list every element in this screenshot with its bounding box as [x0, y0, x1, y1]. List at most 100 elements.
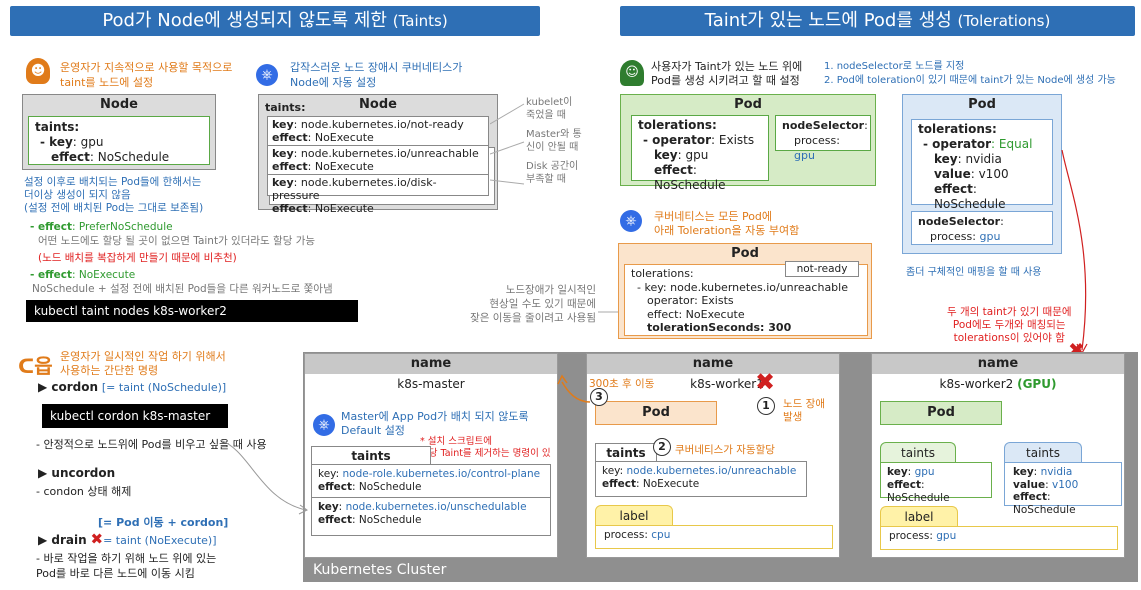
note-line: 사용자가 Taint가 있는 노드 위에: [651, 60, 803, 73]
key-value: nvidia: [1040, 466, 1073, 478]
effect-label: effect: [602, 478, 636, 490]
effect-value: : PreferNoSchedule: [72, 221, 173, 233]
pod-exists-toleration: Pod tolerations: - operator: Exists key:…: [620, 94, 876, 192]
tolerations-label: tolerations:: [638, 118, 717, 132]
prefer-section: - effect: PreferNoSchedule 어떤 노드에도 할당 될 …: [30, 220, 315, 265]
cordon-label: ▶ cordon: [38, 380, 99, 394]
desc-line: - 바로 작업을 하기 위해 노드 위에 있는: [36, 552, 217, 565]
desc-line: 설정 이후로 배치되는 Pod들에 한해서는: [24, 176, 202, 188]
key-label: key: [272, 176, 294, 189]
effect-label: effect: [272, 202, 308, 215]
worker1-label: process: cpu: [595, 525, 833, 549]
effect-label: effect: [318, 481, 352, 493]
key-value: : nvidia: [957, 152, 1002, 166]
drain-top: [= Pod 이동 + cordon]: [98, 516, 229, 529]
key-label: - key: [40, 135, 73, 149]
process-value: gpu: [936, 530, 957, 542]
key-value: node-role.kubernetes.io/control-plane: [342, 468, 541, 480]
note-line: Disk 공간이: [526, 161, 579, 172]
desc-line: NoSchedule + 설정 전에 배치된 Pod들을 다른 워커노드로 쫓아…: [32, 283, 333, 295]
note-line: 현상일 수도 있기 때문에: [489, 298, 596, 310]
pod-box: Pod: [880, 401, 1002, 425]
note-line: 발생: [783, 411, 803, 423]
colon: :: [307, 202, 312, 215]
move-arrow: [557, 374, 591, 403]
taint-command: kubectl taint nodes k8s-worker2 key=gpu:…: [26, 300, 358, 340]
gpu-tag: (GPU): [1017, 377, 1057, 391]
colon: :: [907, 466, 912, 478]
taint-box: taints: - key: gpu effect: NoSchedule: [28, 116, 210, 165]
toleration-box: tolerations: - operator: Equal key: nvid…: [911, 119, 1053, 211]
note-line: 운영자가 일시적인 작업 하기 위해서: [60, 350, 226, 363]
desc-line: 더이상 생성이 되지 않음: [24, 189, 131, 201]
not-ready-badge: not-ready: [785, 261, 859, 277]
colon: :: [921, 479, 925, 491]
key-label: key: [318, 468, 336, 480]
effect-value: NoSchedule: [358, 481, 422, 493]
toleration-line: effect: NoExecute: [647, 307, 745, 321]
auto-assign-note: 쿠버네티스가 자동할당: [675, 444, 775, 456]
pod-auto-toleration: Pod tolerations: - key: node.kubernetes.…: [618, 243, 872, 339]
colon: :: [335, 468, 340, 480]
tolerations-banner: Taint가 있는 노드에 Pod를 생성 (Tolerations): [620, 6, 1135, 36]
operator-value: : Equal: [991, 137, 1033, 151]
failure-note: 노드 장애 발생: [783, 398, 825, 424]
master-note: Master에 App Pod가 배치 되지 않도록 Default 설정: [341, 410, 529, 438]
note-line: 노드 장애: [783, 398, 825, 410]
pod-box: Pod: [595, 401, 717, 425]
note-line: Pod를 생성 시키려고 할 때 설정: [651, 74, 800, 87]
node-operator-taint: Node taints: - key: gpu effect: NoSchedu…: [22, 94, 216, 170]
wait-note: 노드장애가 일시적인 현상일 수도 있기 때문에 잦은 이동을 줄이려고 사용됨: [450, 283, 596, 325]
colon: :: [1045, 478, 1049, 491]
banner-title: Taint가 있는 노드에 Pod를 생성: [704, 10, 952, 31]
key-label: key: [887, 466, 908, 478]
note-line: 아래 Toleration을 자동 부여함: [654, 224, 800, 237]
name-header: name: [872, 354, 1124, 374]
taints-label: taints:: [265, 101, 306, 114]
colon: :: [352, 514, 356, 526]
toleration-box: tolerations: - operator: Exists key: gpu…: [631, 115, 769, 192]
key-value: : gpu: [72, 135, 104, 149]
effect-label: effect: [272, 131, 308, 144]
node2-notes: kubelet이 죽었을 때 Master와 통 신이 안될 때 Disk 공간…: [526, 96, 582, 186]
node-name: k8s-master: [397, 377, 465, 391]
note-line: * 설치 스크립트에: [420, 436, 492, 447]
note-line: 운영자가 지속적으로 사용할 목적으로: [60, 61, 233, 74]
taints-label: taints:: [35, 120, 80, 134]
pod-title: Pod: [734, 97, 762, 112]
note-line: 부족할 때: [526, 174, 566, 185]
name-header: name: [305, 354, 557, 374]
key-value: node.kubernetes.io/not-ready: [300, 118, 464, 131]
operator-label: - operator: [923, 137, 992, 151]
effect-label: - effect: [30, 221, 73, 233]
note-line: 죽었을 때: [526, 110, 566, 121]
taints-tab: taints: [311, 446, 431, 464]
effect-label: - effect: [30, 269, 73, 281]
note-line: 1. nodeSelector로 노드를 지정: [824, 61, 965, 72]
value-value: v100: [1052, 478, 1079, 491]
process-value: cpu: [651, 529, 671, 541]
note-line: Master에 App Pod가 배치 되지 않도록: [341, 410, 529, 423]
worker2-taint-nvidia: key: nvidia value: v100 effect: NoSchedu…: [1004, 462, 1122, 516]
key-value: node.kubernetes.io/unschedulable: [345, 501, 527, 513]
steps-note: 1. nodeSelector로 노드를 지정 2. Pod에 tolerati…: [824, 60, 1116, 88]
label-tab: label: [880, 506, 958, 526]
key-value: : gpu: [677, 148, 709, 162]
effect-label: effect: [318, 514, 352, 526]
note-line: Node에 자동 설정: [290, 76, 377, 89]
step-1-badge: 1: [757, 397, 775, 415]
taints-banner: Pod가 Node에 생성되지 않도록 제한 (Taints): [10, 6, 540, 36]
user-note: 사용자가 Taint가 있는 노드 위에 Pod를 생성 시키려고 할 때 설정: [651, 60, 802, 88]
step-3-badge: 3: [590, 388, 608, 406]
worker2-label: process: gpu: [880, 526, 1118, 550]
taints-tab-gpu: taints: [880, 442, 956, 462]
cross-icon: ✖: [90, 530, 104, 548]
node-name: k8s-worker2: [939, 377, 1014, 391]
key-label: key: [272, 147, 294, 160]
uncordon-desc: - condon 상태 해제: [36, 485, 132, 498]
taint-entry: key: node.kubernetes.io/unreachable effe…: [268, 146, 488, 175]
key-label: key: [602, 465, 620, 477]
colon: :: [293, 118, 298, 131]
toleration-line: operator: Exists: [647, 294, 734, 307]
key-value: gpu: [914, 466, 935, 478]
